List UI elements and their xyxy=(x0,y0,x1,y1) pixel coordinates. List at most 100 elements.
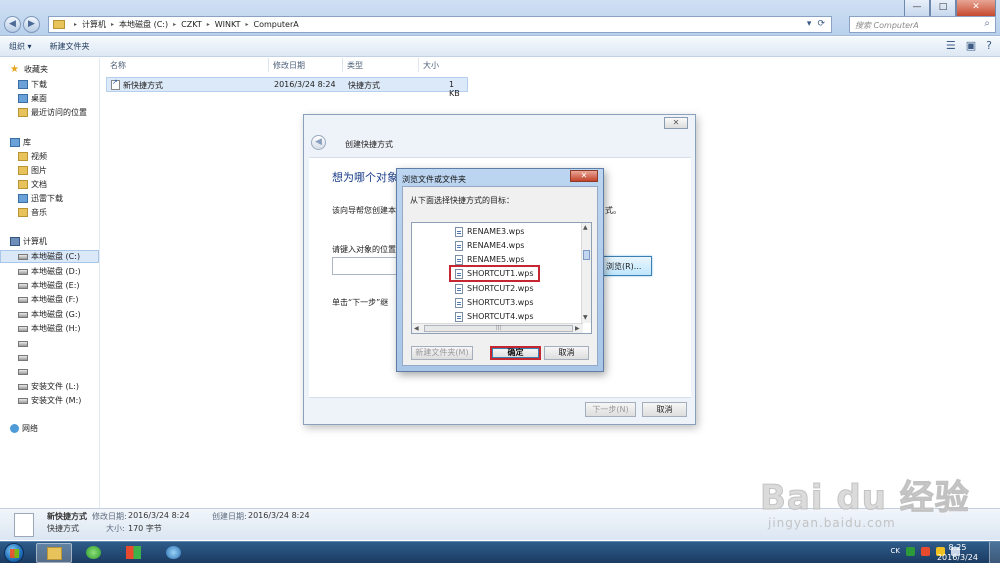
network-tray-icon[interactable] xyxy=(906,547,915,556)
shortcut-icon xyxy=(14,513,34,537)
details-file-name: 新快捷方式 xyxy=(47,512,87,521)
sidebar-item-downloads[interactable]: 下载 xyxy=(18,78,47,91)
tree-item[interactable]: SHORTCUT2.wps xyxy=(453,282,536,295)
sidebar-item-drive-f[interactable]: 本地磁盘 (F:) xyxy=(18,293,78,306)
search-input[interactable]: 搜索 ComputerA ⌕ xyxy=(849,16,996,33)
column-header-size[interactable]: 大小 xyxy=(423,60,439,71)
breadcrumb-computera[interactable]: ComputerA xyxy=(254,20,299,29)
refresh-icon[interactable]: ⟳ xyxy=(817,19,825,29)
browse-close-button[interactable]: ✕ xyxy=(570,170,598,182)
tree-item[interactable]: RENAME4.wps xyxy=(453,239,526,252)
forward-arrow-icon[interactable]: ▶ xyxy=(23,16,40,33)
tree-item[interactable]: RENAME3.wps xyxy=(453,225,526,238)
scroll-down-icon[interactable]: ▼ xyxy=(583,314,588,321)
documents-icon xyxy=(18,180,28,189)
minimize-button[interactable]: — xyxy=(904,0,930,17)
new-folder-button[interactable]: 新建文件夹(M) xyxy=(411,346,473,360)
recent-places-icon xyxy=(18,108,28,117)
sidebar-item-drive-l[interactable]: 安装文件 (L:) xyxy=(18,380,79,393)
help-icon[interactable]: ? xyxy=(986,39,992,52)
window-titlebar: — □ ✕ ◀ ▶ ▸ 计算机 ▸ 本地磁盘 (C:) ▸ CZKT ▸ WIN… xyxy=(0,0,1000,36)
video-icon xyxy=(18,152,28,161)
sidebar-item-desktop[interactable]: 桌面 xyxy=(18,92,47,105)
tree-item-label: RENAME5.wps xyxy=(467,255,525,264)
sidebar-item-music[interactable]: 音乐 xyxy=(18,206,47,219)
sidebar-label: 本地磁盘 (D:) xyxy=(31,267,81,276)
browse-cancel-button[interactable]: 取消 xyxy=(544,346,589,360)
breadcrumb-computer[interactable]: 计算机 xyxy=(82,19,106,30)
sidebar-item-documents[interactable]: 文档 xyxy=(18,178,47,191)
details-pane: 新快捷方式 快捷方式 修改日期: 2016/3/24 8:24 大小: 170 … xyxy=(0,508,1000,540)
file-modified: 2016/3/24 8:24 xyxy=(274,80,336,89)
wps-document-icon xyxy=(455,226,463,237)
security-tray-icon[interactable] xyxy=(921,547,930,556)
sidebar-label: 文档 xyxy=(31,180,47,189)
sidebar-item-libraries[interactable]: 库 xyxy=(10,136,31,149)
sidebar-item-drive-h[interactable]: 本地磁盘 (H:) xyxy=(18,322,81,335)
sidebar-item-pictures[interactable]: 图片 xyxy=(18,164,47,177)
drive-icon xyxy=(18,268,28,275)
vertical-scrollbar[interactable]: ▲ ▼ xyxy=(581,223,591,323)
browse-button[interactable]: 浏览(R)... xyxy=(602,256,652,276)
sidebar-item-favorites[interactable]: ★ 收藏夹 xyxy=(10,63,48,76)
sidebar-item-xunlei[interactable]: 迅雷下载 xyxy=(18,192,63,205)
column-header-name[interactable]: 名称 xyxy=(110,60,126,71)
wps-document-icon xyxy=(455,240,463,251)
preview-pane-icon[interactable]: ▣ xyxy=(966,39,976,52)
next-button[interactable]: 下一步(N) xyxy=(585,402,636,417)
wps-document-icon xyxy=(455,254,463,265)
clock[interactable]: 8:25 2016/3/24 xyxy=(937,543,978,563)
details-created-value: 2016/3/24 8:24 xyxy=(248,511,310,520)
address-bar[interactable]: ▸ 计算机 ▸ 本地磁盘 (C:) ▸ CZKT ▸ WINKT ▸ Compu… xyxy=(48,16,832,33)
sidebar-item-drive-hidden-1[interactable] xyxy=(18,337,31,350)
language-indicator[interactable]: CK xyxy=(891,547,900,556)
drive-icon xyxy=(18,311,28,318)
view-options-icon[interactable]: ☰ xyxy=(946,39,956,52)
sidebar-item-videos[interactable]: 视频 xyxy=(18,150,47,163)
new-folder-button[interactable]: 新建文件夹 xyxy=(41,41,99,52)
scroll-up-icon[interactable]: ▲ xyxy=(583,224,588,231)
sidebar-item-drive-d[interactable]: 本地磁盘 (D:) xyxy=(18,265,81,278)
sidebar-item-recent[interactable]: 最近访问的位置 xyxy=(18,106,87,119)
app-taskbar-button[interactable] xyxy=(76,543,112,563)
sidebar-item-computer[interactable]: 计算机 xyxy=(10,235,47,248)
scroll-left-icon[interactable]: ◀ xyxy=(414,325,419,332)
wizard-close-button[interactable]: ✕ xyxy=(664,117,688,129)
sidebar-item-network[interactable]: 网络 xyxy=(10,422,38,435)
horizontal-scrollbar[interactable]: ◀ ||| ▶ xyxy=(412,323,583,333)
column-header-type[interactable]: 类型 xyxy=(347,60,363,71)
sidebar-item-drive-hidden-3[interactable] xyxy=(18,365,31,378)
app-taskbar-button[interactable] xyxy=(116,543,152,563)
sidebar-item-drive-m[interactable]: 安装文件 (M:) xyxy=(18,394,81,407)
sidebar-item-drive-g[interactable]: 本地磁盘 (G:) xyxy=(18,308,81,321)
show-desktop-button[interactable] xyxy=(989,542,1000,563)
back-arrow-icon[interactable]: ◀ xyxy=(311,135,326,150)
sidebar-item-drive-e[interactable]: 本地磁盘 (E:) xyxy=(18,279,80,292)
wps-document-icon xyxy=(455,311,463,322)
app-taskbar-button[interactable] xyxy=(156,543,192,563)
wizard-cancel-button[interactable]: 取消 xyxy=(642,402,687,417)
tree-item[interactable]: SHORTCUT4.wps xyxy=(453,310,536,323)
breadcrumb-czkt[interactable]: CZKT xyxy=(181,20,202,29)
sidebar-item-drive-hidden-2[interactable] xyxy=(18,351,31,364)
close-button[interactable]: ✕ xyxy=(956,0,996,17)
breadcrumb-drive-c[interactable]: 本地磁盘 (C:) xyxy=(119,19,168,30)
tree-item[interactable]: SHORTCUT3.wps xyxy=(453,296,536,309)
ok-button[interactable]: 确定 xyxy=(490,346,541,360)
organize-menu[interactable]: 组织 ▾ xyxy=(0,41,41,52)
scroll-right-icon[interactable]: ▶ xyxy=(575,325,580,332)
scroll-thumb[interactable]: ||| xyxy=(424,325,573,332)
breadcrumb-winkt[interactable]: WINKT xyxy=(215,20,241,29)
maximize-button[interactable]: □ xyxy=(930,0,956,17)
location-input[interactable] xyxy=(332,257,402,275)
dropdown-arrow-icon[interactable]: ▾ xyxy=(807,19,812,29)
explorer-taskbar-button[interactable] xyxy=(36,543,72,563)
file-tree[interactable]: RENAME3.wps RENAME4.wps RENAME5.wps SHOR… xyxy=(411,222,592,334)
back-arrow-icon[interactable]: ◀ xyxy=(4,16,21,33)
column-header-modified[interactable]: 修改日期 xyxy=(273,60,305,71)
start-button[interactable] xyxy=(4,543,24,563)
scroll-thumb[interactable] xyxy=(583,250,590,260)
tree-item-selected[interactable]: SHORTCUT1.wps xyxy=(449,265,540,282)
sidebar-item-drive-c[interactable]: 本地磁盘 (C:) xyxy=(0,250,99,263)
file-row[interactable]: 新快捷方式 2016/3/24 8:24 快捷方式 1 KB xyxy=(106,77,468,98)
